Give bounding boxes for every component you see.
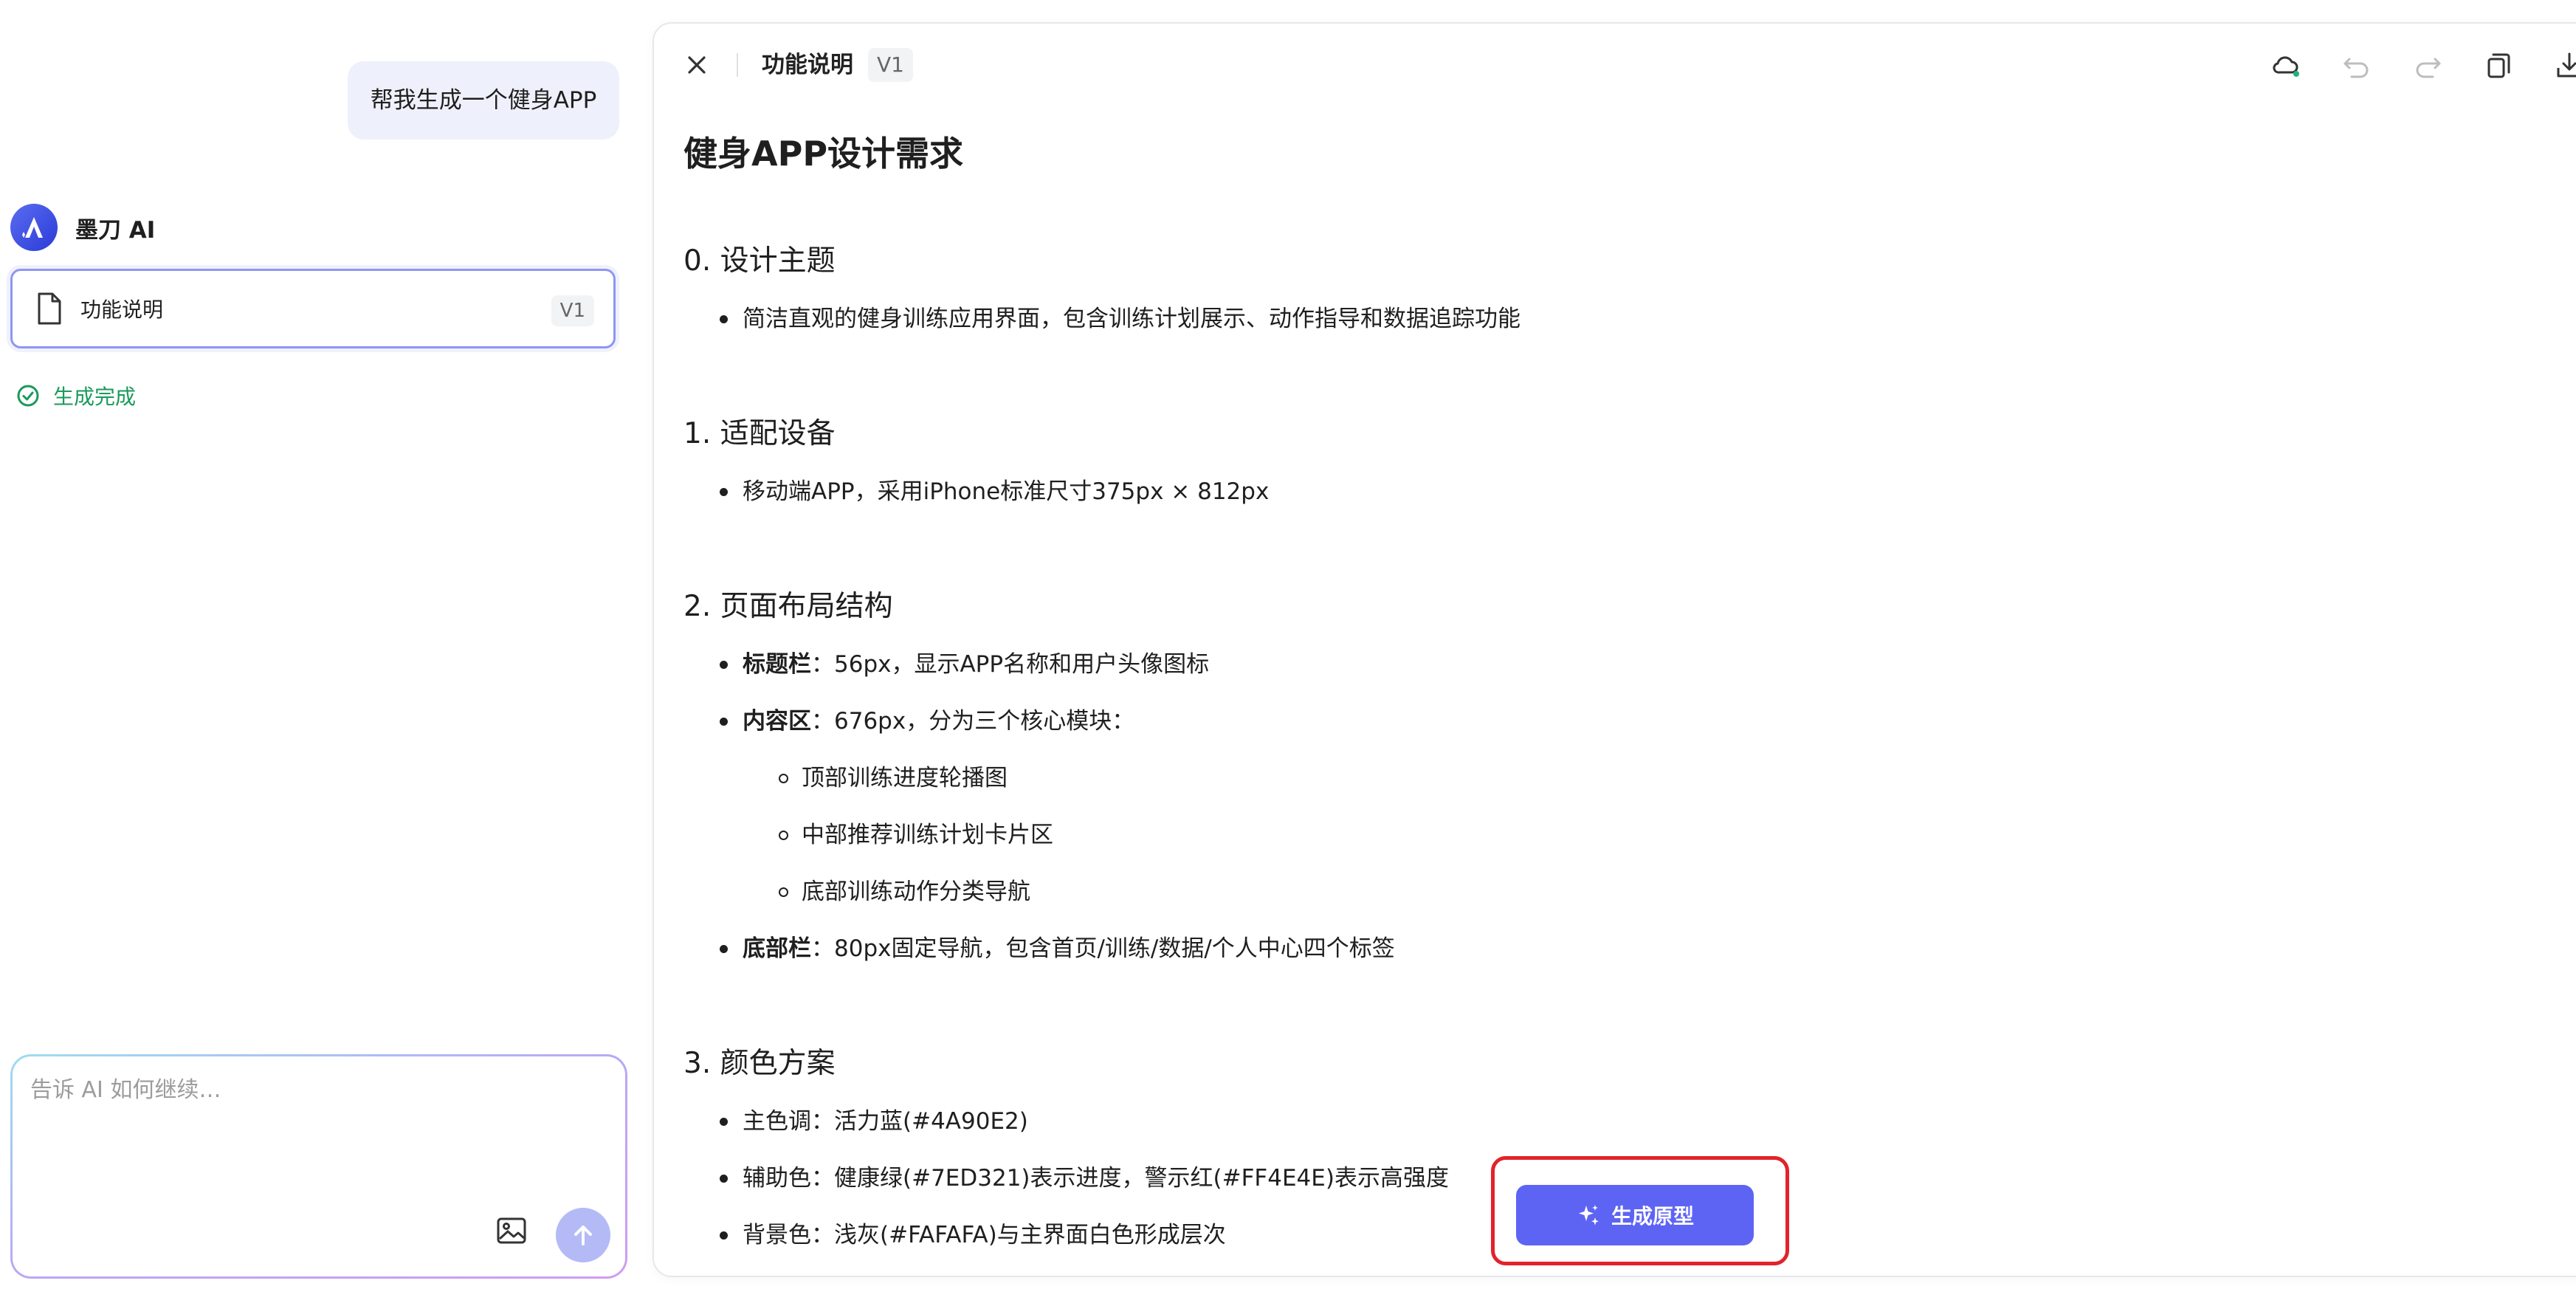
section-0-title: 0. 设计主题 — [683, 244, 836, 278]
list-item: 简洁直观的健身训练应用界面，包含训练计划展示、动作指导和数据追踪功能 — [683, 303, 2455, 335]
doc-heading: 健身APP设计需求 — [683, 134, 964, 173]
list-item-text: ：676px，分为三个核心模块： — [811, 708, 1135, 735]
generate-prototype-button[interactable]: 生成原型 — [1516, 1185, 1754, 1245]
document-panel: 功能说明 V1 健身APP设计需求 0. 设计主题 简洁直观的健身训练应用界面，… — [652, 22, 2576, 1277]
list-item: 移动端APP，采用iPhone标准尺寸375px × 812px — [683, 475, 2455, 508]
list-item-label: 标题栏 — [743, 651, 811, 678]
doc-title: 功能说明 — [762, 52, 853, 78]
section-1-title: 1. 适配设备 — [683, 417, 836, 450]
sub-list-item: 底部训练动作分类导航 — [683, 876, 2455, 908]
ai-name: 墨刀 AI — [75, 216, 156, 244]
sub-list-item: 顶部训练进度轮播图 — [683, 762, 2455, 794]
image-upload-icon[interactable] — [495, 1214, 528, 1247]
close-icon[interactable] — [683, 52, 710, 78]
download-icon[interactable] — [2554, 50, 2576, 81]
undo-icon[interactable] — [2341, 50, 2372, 81]
toolbar-divider — [737, 53, 738, 77]
doc-toolbar: 功能说明 V1 — [654, 24, 2576, 106]
doc-content: 健身APP设计需求 0. 设计主题 简洁直观的健身训练应用界面，包含训练计划展示… — [683, 105, 2455, 1251]
doc-card-version: V1 — [551, 295, 594, 326]
chat-panel: 帮我生成一个健身APP 墨刀 AI 功能说明 V1 生成完成 — [0, 0, 635, 1289]
check-circle-icon — [17, 385, 39, 407]
list-item: 底部栏：80px固定导航，包含首页/训练/数据/个人中心四个标签 — [683, 932, 2455, 965]
user-message: 帮我生成一个健身APP — [348, 61, 619, 140]
chat-input[interactable] — [29, 1070, 607, 1183]
redo-icon[interactable] — [2412, 50, 2443, 81]
doc-version-badge: V1 — [868, 48, 913, 82]
doc-card-title: 功能说明 — [80, 298, 164, 322]
list-item: 主色调：活力蓝(#4A90E2) — [683, 1105, 2455, 1138]
ai-header: 墨刀 AI — [10, 204, 155, 251]
list-item-label: 内容区 — [743, 708, 811, 735]
sparkle-icon — [1578, 1205, 1599, 1226]
list-item: 标题栏：56px，显示APP名称和用户头像图标 — [683, 648, 2455, 681]
ai-avatar-icon — [10, 204, 58, 251]
send-button[interactable] — [556, 1208, 610, 1262]
section-2-title: 2. 页面布局结构 — [683, 590, 893, 623]
status-text: 生成完成 — [53, 385, 137, 409]
copy-icon[interactable] — [2483, 50, 2514, 81]
generate-button-label: 生成原型 — [1611, 1204, 1694, 1228]
list-item: 内容区：676px，分为三个核心模块： — [683, 705, 2455, 738]
section-3-title: 3. 颜色方案 — [683, 1047, 836, 1080]
arrow-up-icon — [574, 1226, 592, 1245]
document-icon — [38, 292, 61, 325]
list-item-text: ：80px固定导航，包含首页/训练/数据/个人中心四个标签 — [811, 935, 1395, 962]
doc-card[interactable]: 功能说明 V1 — [10, 269, 616, 348]
status-indicator: 生成完成 — [16, 381, 136, 410]
chat-input-box — [10, 1054, 627, 1279]
sub-list-item: 中部推荐训练计划卡片区 — [683, 819, 2455, 851]
list-item-label: 底部栏 — [743, 935, 811, 962]
cloud-sync-icon[interactable] — [2270, 50, 2301, 81]
list-item-text: ：56px，显示APP名称和用户头像图标 — [811, 651, 1210, 678]
